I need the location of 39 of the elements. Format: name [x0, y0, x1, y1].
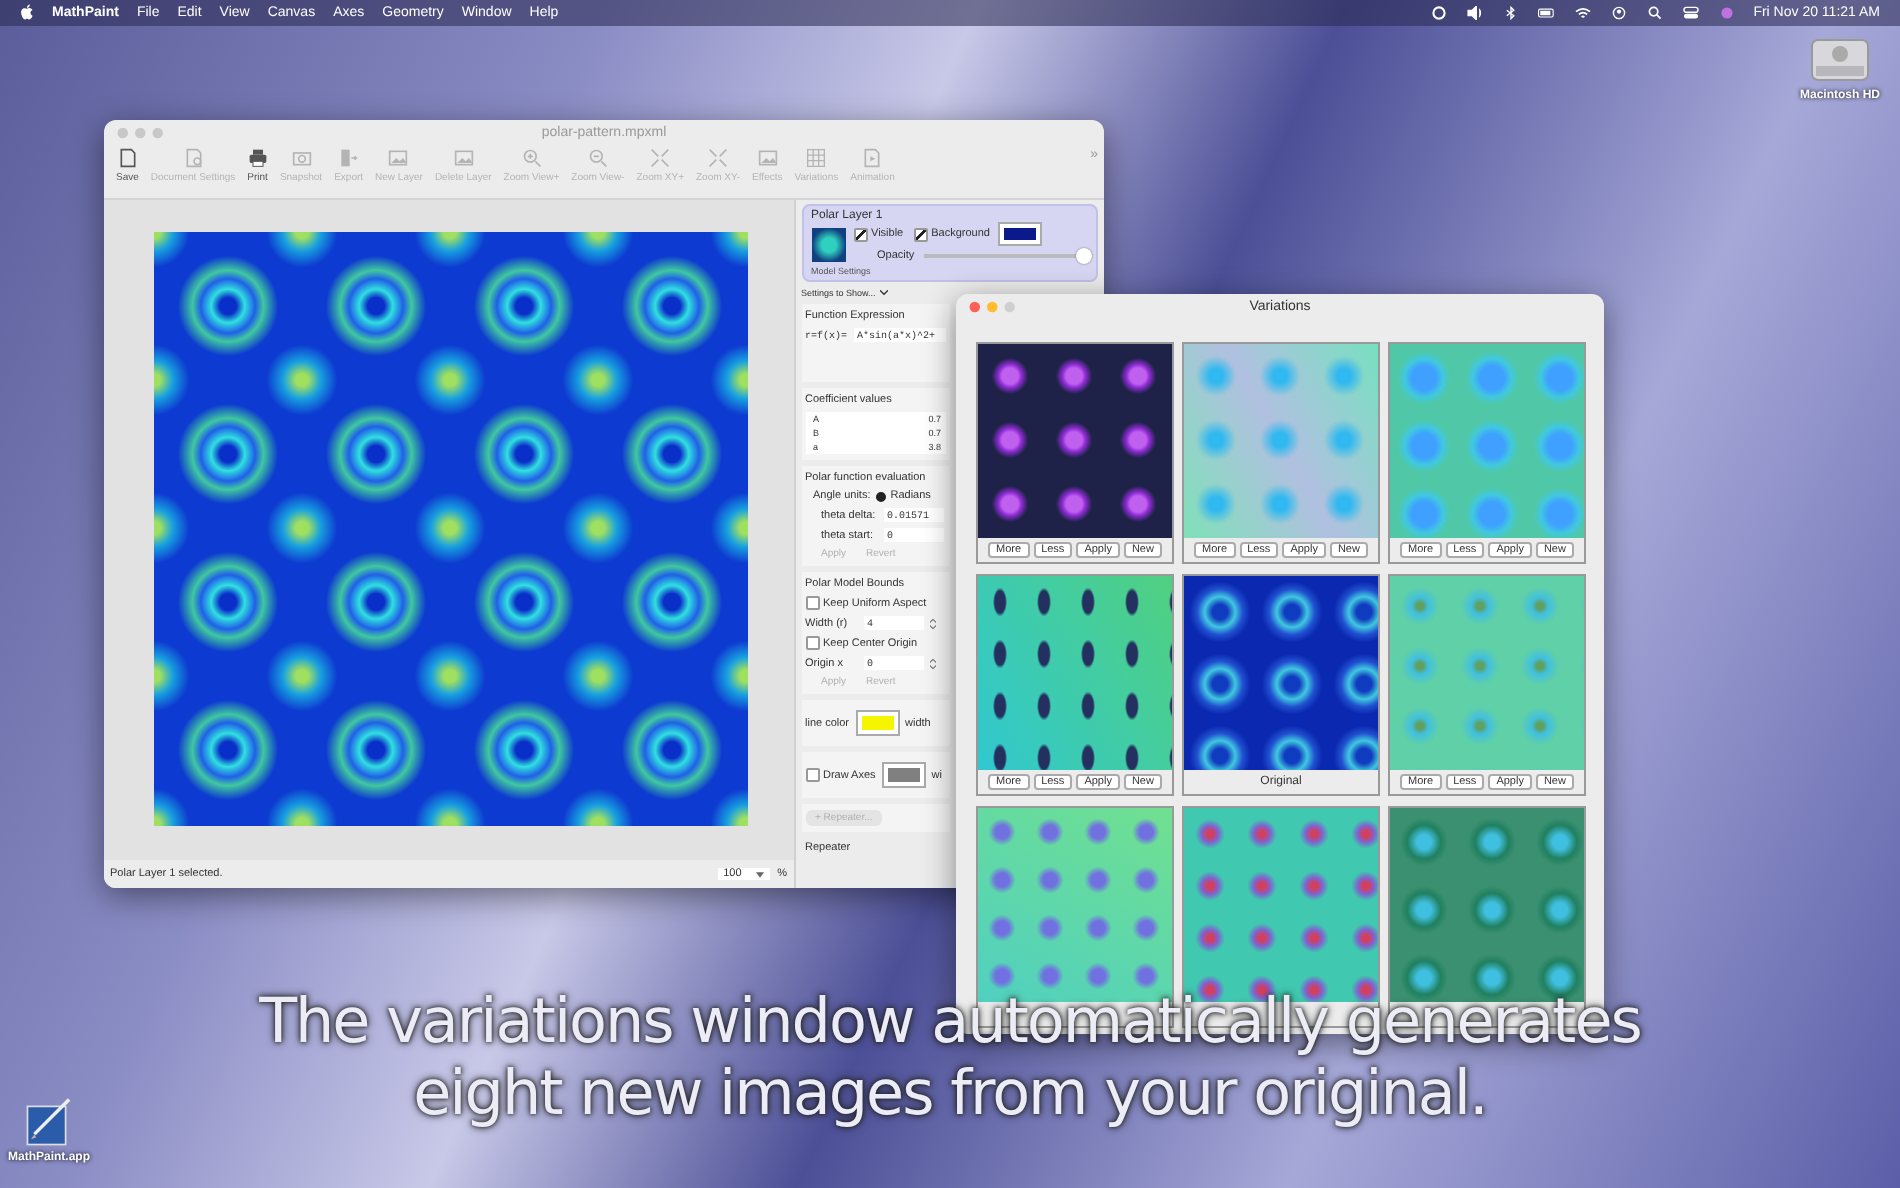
zoom-in-icon [521, 148, 542, 168]
chevron-icon [879, 290, 888, 296]
arrows-outward-icon [708, 148, 729, 168]
speaker-icon[interactable] [1465, 6, 1484, 20]
door-icon [338, 148, 359, 168]
printer-icon [247, 148, 268, 168]
camera-icon [291, 148, 311, 168]
battery-icon[interactable] [1537, 6, 1556, 20]
slider-thumb[interactable] [1075, 248, 1092, 264]
opacity-slider[interactable] [924, 248, 1088, 264]
toggles-icon[interactable] [1681, 6, 1700, 20]
picture-icon [388, 148, 409, 168]
document-icon [117, 148, 138, 168]
wifi-icon[interactable] [1573, 6, 1592, 20]
stepper-icon[interactable] [929, 657, 935, 669]
search-icon[interactable] [1645, 6, 1664, 20]
pattern-image[interactable] [978, 576, 1172, 770]
color-swatch[interactable] [883, 764, 924, 786]
zoom-out-icon [587, 148, 608, 168]
caret-icon [755, 871, 764, 877]
stepper-icon[interactable] [929, 617, 935, 629]
layer-thumbnail [811, 227, 845, 261]
color-swatch[interactable] [857, 712, 898, 734]
pattern-image[interactable] [978, 344, 1172, 538]
pattern-image[interactable] [1184, 576, 1378, 770]
bluetooth-icon[interactable] [1501, 6, 1520, 20]
apple-logo-icon[interactable] [20, 4, 34, 22]
document-gear-icon [183, 148, 204, 168]
arrows-inward-icon [650, 148, 671, 168]
hard-drive-icon[interactable] [1809, 34, 1870, 86]
picture-icon [757, 148, 778, 168]
user-icon[interactable] [1609, 6, 1628, 20]
caption-text: eight new images from your original. [413, 1059, 1487, 1131]
orb-icon[interactable] [1717, 6, 1736, 20]
cloud-ring-icon[interactable] [1429, 6, 1448, 20]
color-swatch[interactable] [999, 224, 1040, 244]
picture-icon [453, 148, 474, 168]
play-document-icon [862, 148, 883, 168]
grid-icon [806, 148, 827, 168]
